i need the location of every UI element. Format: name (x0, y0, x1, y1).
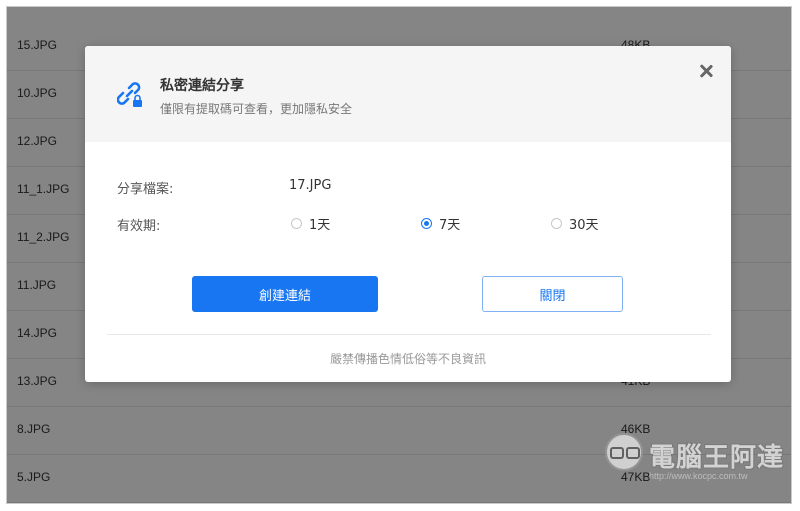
share-file-value: 17.JPG (289, 178, 332, 193)
mascot-face-icon (605, 433, 643, 471)
close-button[interactable]: 關閉 (482, 276, 623, 312)
radio-button[interactable] (551, 217, 562, 229)
watermark-logo: 電腦王阿達 http://www.kocpc.com.tw (597, 425, 791, 495)
dialog-subtitle: 僅限有提取碼可查看，更加隱私安全 (160, 102, 353, 116)
dialog-title: 私密連結分享 (160, 78, 244, 94)
share-file-label: 分享檔案: (117, 182, 174, 197)
radio-button[interactable] (291, 217, 302, 229)
validity-option-7-days[interactable]: 7天 (421, 213, 460, 233)
private-link-icon (117, 82, 142, 107)
footer-note: 嚴禁傳播色情低俗等不良資訊 (329, 352, 486, 366)
close-icon[interactable] (697, 62, 715, 80)
validity-option-1-day[interactable]: 1天 (291, 213, 330, 233)
radio-label: 30天 (569, 217, 599, 233)
watermark-url: http://www.kocpc.com.tw (649, 471, 748, 481)
radio-button-checked[interactable] (421, 217, 432, 229)
create-link-button[interactable]: 創建連結 (192, 276, 378, 312)
validity-label: 有效期: (117, 219, 161, 234)
dialog-header: 私密連結分享 僅限有提取碼可查看，更加隱私安全 (85, 46, 731, 142)
radio-label: 7天 (439, 217, 461, 233)
validity-option-30-days[interactable]: 30天 (551, 213, 599, 233)
share-link-dialog: 私密連結分享 僅限有提取碼可查看，更加隱私安全 分享檔案: 17.JPG 有效期… (85, 46, 731, 382)
divider (107, 334, 711, 335)
radio-label: 1天 (309, 217, 331, 233)
watermark-text: 電腦王阿達 (649, 443, 785, 473)
